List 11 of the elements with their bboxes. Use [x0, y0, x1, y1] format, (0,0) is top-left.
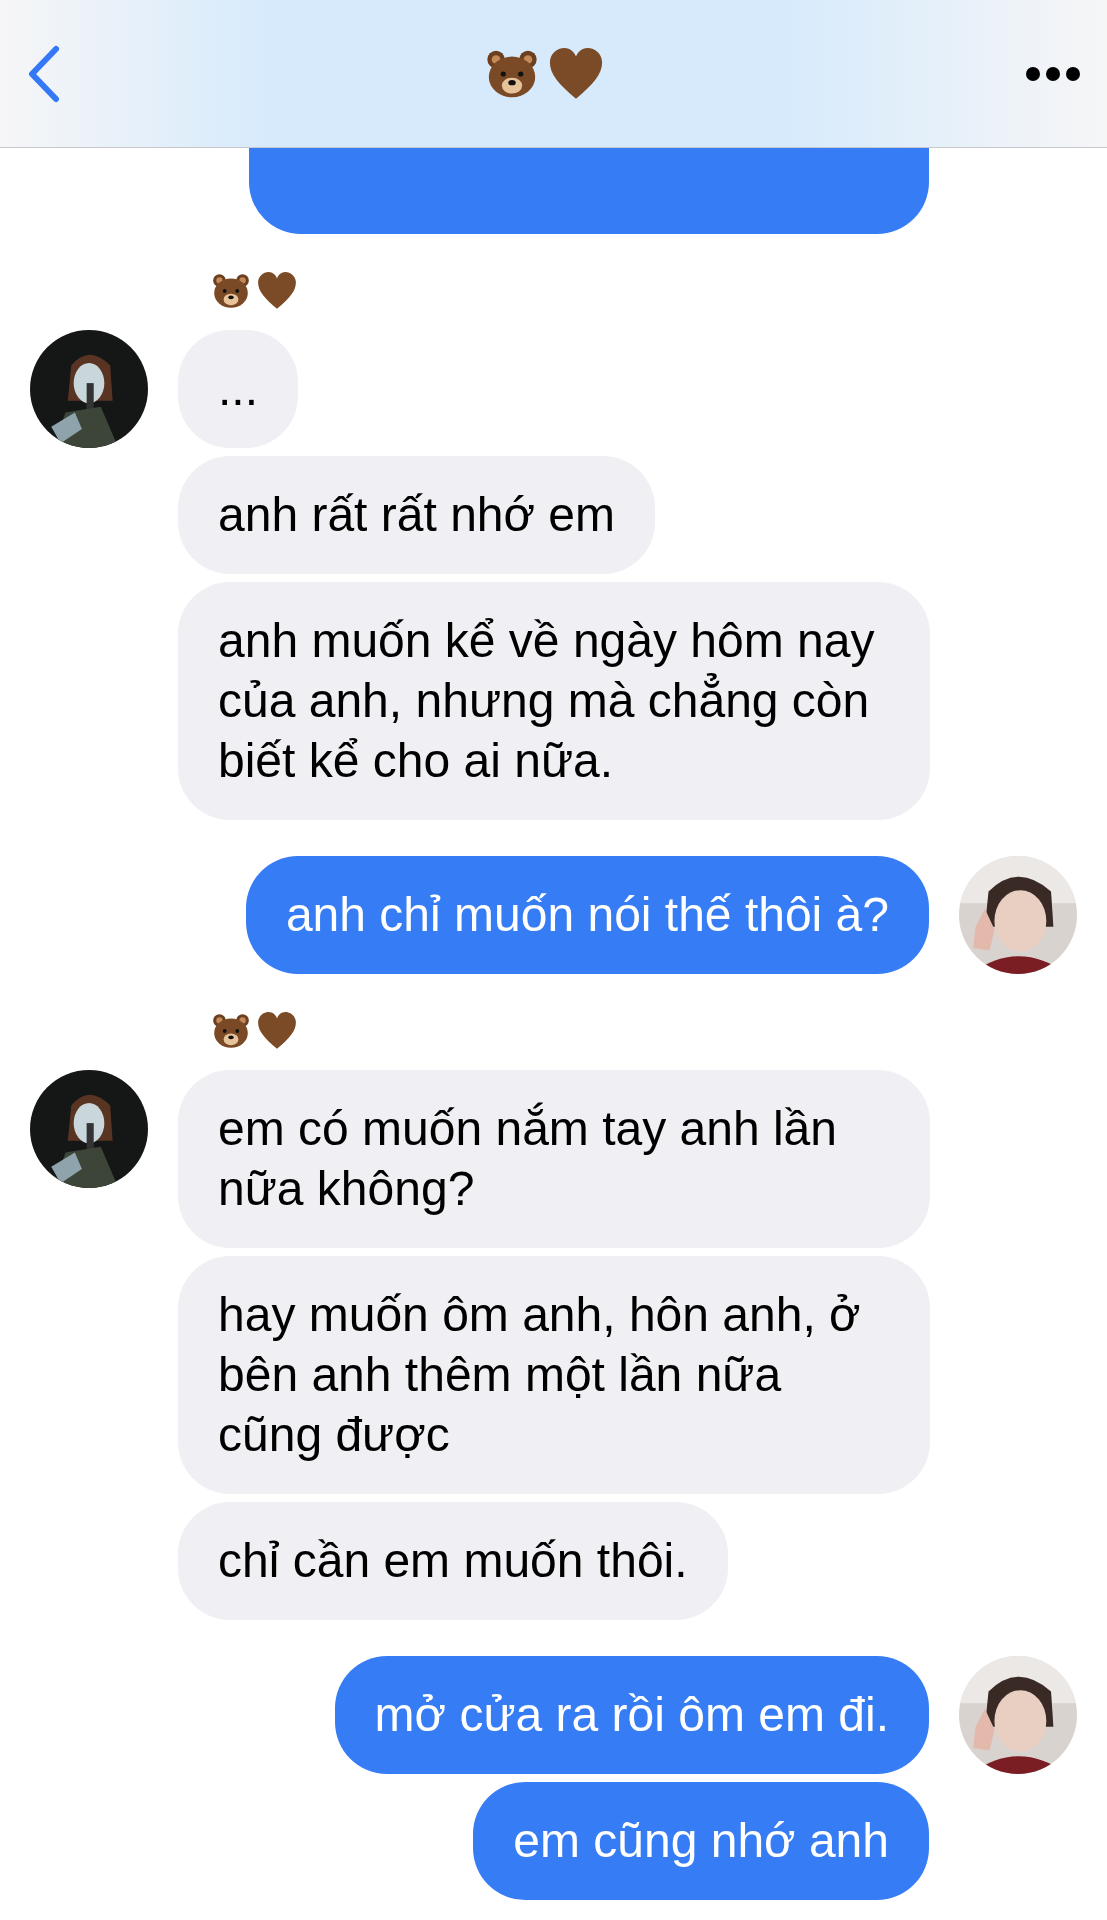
message-bubble: hay muốn ôm anh, hôn anh, ở bên anh thêm một lần nữa cũng được [178, 1256, 930, 1494]
message-bubble: anh muốn kể về ngày hôm nay của anh, nhưng mà chẳng còn biết kể cho ai nữa. [178, 582, 930, 820]
message-bubble: ... [178, 330, 298, 448]
message-bubble: chỉ cần em muốn thôi. [178, 1502, 728, 1620]
more-icon[interactable] [1025, 65, 1081, 82]
message-bubble: em cũng nhớ anh [473, 1782, 929, 1900]
message-bubble: anh rất rất nhớ em [178, 456, 655, 574]
message-bubble: anh chỉ muốn nói thế thôi à? [245, 856, 929, 974]
message-bubble: em có muốn nắm tay anh lần nữa không? [178, 1070, 930, 1248]
message-bubble: mở cửa ra rồi ôm em đi. [334, 1656, 929, 1774]
back-icon[interactable] [26, 44, 62, 103]
